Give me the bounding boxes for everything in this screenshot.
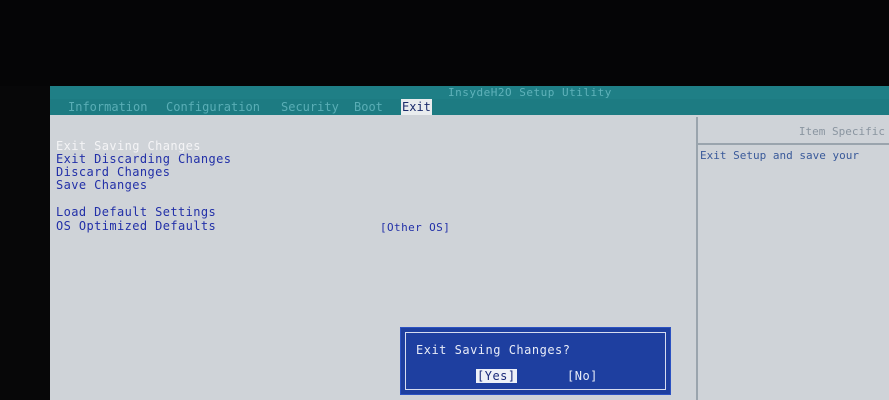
utility-title: InsydeH2O Setup Utility bbox=[448, 86, 612, 99]
help-panel: Item Specific Exit Setup and save your bbox=[696, 117, 889, 400]
help-text: Exit Setup and save your bbox=[700, 149, 859, 162]
dialog-message: Exit Saving Changes? bbox=[416, 343, 571, 357]
os-optimized-defaults-value[interactable]: [Other OS] bbox=[380, 221, 450, 235]
option-exit-discarding-changes[interactable]: Exit Discarding Changes bbox=[56, 152, 231, 166]
no-button[interactable]: [No] bbox=[566, 369, 599, 383]
option-discard-changes[interactable]: Discard Changes bbox=[56, 165, 170, 179]
tab-exit[interactable]: Exit bbox=[401, 99, 432, 115]
help-header: Item Specific bbox=[698, 117, 889, 145]
title-bar: InsydeH2O Setup Utility bbox=[50, 86, 889, 100]
option-exit-saving-changes[interactable]: Exit Saving Changes bbox=[56, 139, 201, 153]
monitor-bezel bbox=[0, 0, 889, 86]
tab-information[interactable]: Information bbox=[68, 99, 147, 115]
tab-boot[interactable]: Boot bbox=[354, 99, 383, 115]
option-load-default-settings[interactable]: Load Default Settings bbox=[56, 205, 216, 219]
option-os-optimized-defaults[interactable]: OS Optimized Defaults bbox=[56, 219, 216, 233]
menu-bar: Information Configuration Security Boot … bbox=[50, 99, 889, 115]
tab-configuration[interactable]: Configuration bbox=[166, 99, 260, 115]
confirm-dialog: Exit Saving Changes? [Yes] [No] bbox=[401, 328, 670, 394]
option-save-changes[interactable]: Save Changes bbox=[56, 178, 148, 192]
tab-security[interactable]: Security bbox=[281, 99, 339, 115]
dialog-frame: Exit Saving Changes? [Yes] [No] bbox=[405, 332, 666, 390]
yes-button[interactable]: [Yes] bbox=[476, 369, 517, 383]
